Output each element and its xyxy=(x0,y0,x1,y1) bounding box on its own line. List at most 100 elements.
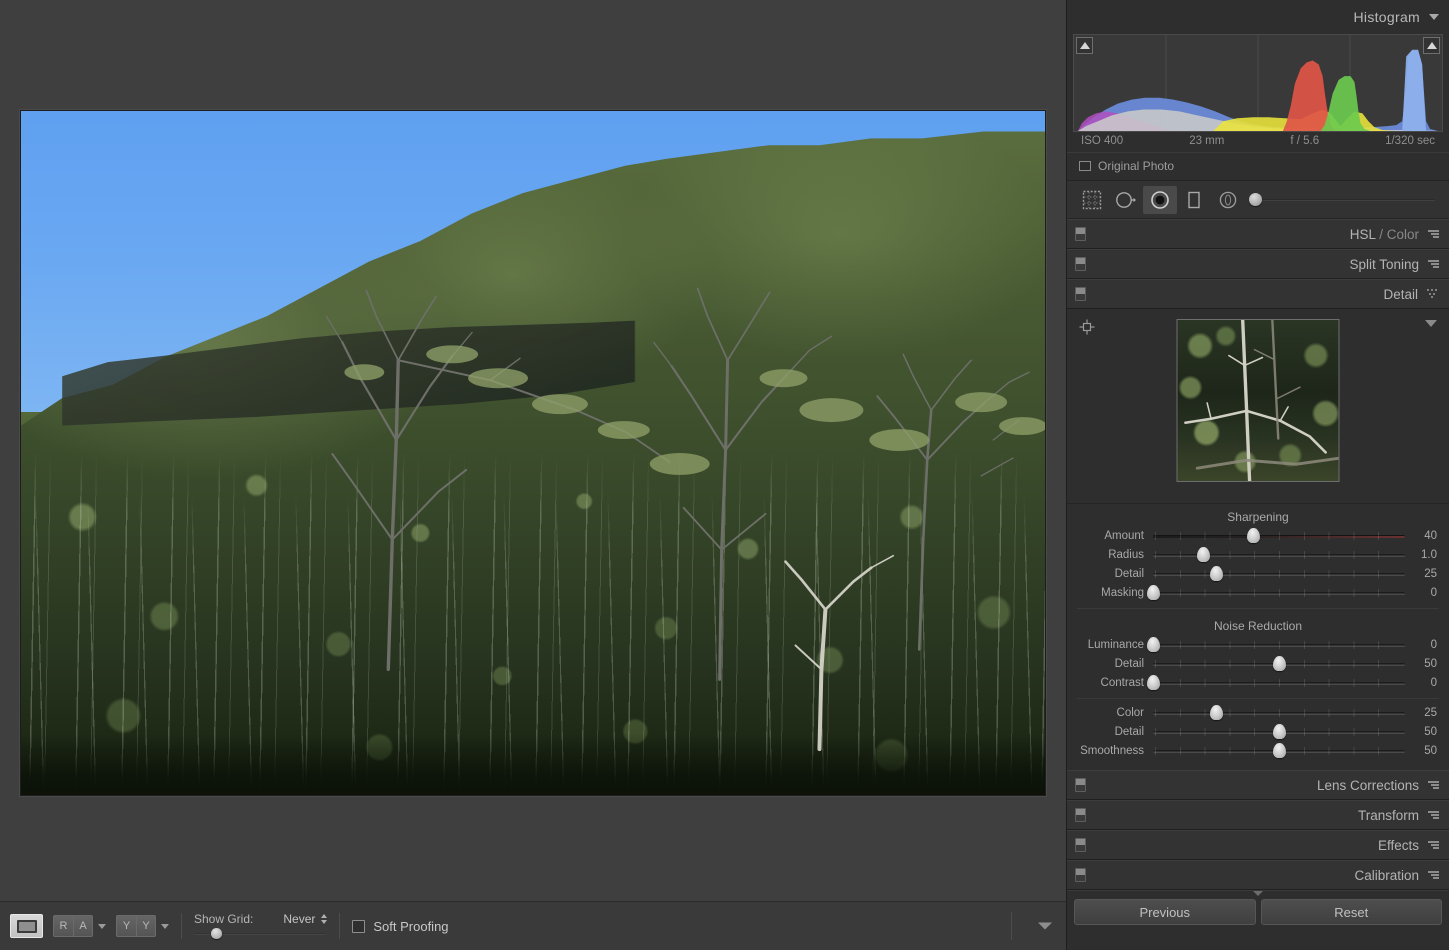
soft-proofing-checkbox[interactable] xyxy=(352,919,366,933)
hamburger-icon[interactable] xyxy=(1428,871,1439,879)
hamburger-icon[interactable] xyxy=(1428,841,1439,849)
loupe-view-button[interactable] xyxy=(10,914,43,938)
sharpening-radius-knob[interactable] xyxy=(1196,546,1210,562)
sharpening-radius-label: Radius xyxy=(1108,548,1144,561)
slider-row-nr-luminance[interactable]: Luminance 0 xyxy=(1067,635,1449,654)
original-photo-row[interactable]: Original Photo xyxy=(1067,153,1449,181)
sidebar-item-lens-corrections[interactable]: Lens Corrections xyxy=(1067,770,1449,800)
nr-luminance-detail-slider[interactable] xyxy=(1153,655,1405,671)
detail-switch[interactable] xyxy=(1075,287,1086,301)
dots-triangle-icon[interactable] xyxy=(1427,289,1439,299)
spot-removal-tool[interactable] xyxy=(1109,186,1143,214)
sharpening-radius-slider[interactable] xyxy=(1153,546,1405,562)
slider-row-nr-smoothness[interactable]: Smoothness 50 xyxy=(1067,741,1449,760)
detail-preview-thumbnail[interactable] xyxy=(1176,319,1340,482)
highlight-clipping-indicator[interactable] xyxy=(1423,37,1440,54)
action-buttons-row: Previous Reset xyxy=(1067,890,1449,935)
slider-row-sharpening-amount[interactable]: Amount 40 xyxy=(1067,526,1449,545)
image-stage[interactable] xyxy=(0,0,1066,901)
grid-opacity-knob[interactable] xyxy=(211,928,223,939)
hamburger-icon[interactable] xyxy=(1428,230,1439,238)
filled-circle-icon xyxy=(1151,190,1169,209)
detail-preview-triangle-down-icon[interactable] xyxy=(1425,320,1437,327)
brush-size-knob[interactable] xyxy=(1248,192,1262,206)
nr-contrast-ticks xyxy=(1155,678,1403,687)
slider-row-sharpening-detail[interactable]: Detail 25 xyxy=(1067,564,1449,583)
slider-row-nr-color-detail[interactable]: Detail 50 xyxy=(1067,722,1449,741)
survey-view-chevron-down-icon[interactable] xyxy=(161,923,169,929)
shadow-clipping-indicator[interactable] xyxy=(1076,37,1093,54)
sidebar-item-calibration[interactable]: Calibration xyxy=(1067,860,1449,890)
crop-overlay-tool[interactable] xyxy=(1075,186,1109,214)
hamburger-icon[interactable] xyxy=(1428,781,1439,789)
nr-color-slider[interactable] xyxy=(1153,704,1405,720)
nr-contrast-knob[interactable] xyxy=(1146,674,1160,690)
original-photo-checkbox[interactable] xyxy=(1079,161,1091,171)
triangle-down-icon[interactable] xyxy=(1429,14,1439,20)
reset-button[interactable]: Reset xyxy=(1260,899,1442,925)
compare-after-label: A xyxy=(73,915,93,937)
show-grid-value[interactable]: Never xyxy=(283,912,315,926)
survey-view-button[interactable]: Y Y xyxy=(116,915,156,937)
loupe-target-icon[interactable] xyxy=(1079,319,1095,335)
sidebar-item-hsl-color[interactable]: HSL / Color xyxy=(1067,219,1449,249)
calibration-switch[interactable] xyxy=(1075,868,1086,882)
circle-arrow-icon xyxy=(1116,191,1136,208)
sharpening-detail-knob[interactable] xyxy=(1209,565,1223,581)
hsl-color-switch[interactable] xyxy=(1075,227,1086,241)
lens-corrections-label: Lens Corrections xyxy=(1316,777,1419,793)
slider-row-sharpening-radius[interactable]: Radius 1.0 xyxy=(1067,545,1449,564)
exif-shutter-speed: 1/320 sec xyxy=(1385,135,1435,147)
compare-view-chevron-down-icon[interactable] xyxy=(98,923,106,929)
nr-smoothness-slider[interactable] xyxy=(1153,742,1405,758)
show-grid-stepper-icon[interactable] xyxy=(321,914,328,924)
effects-switch[interactable] xyxy=(1075,838,1086,852)
histogram-chart[interactable] xyxy=(1073,34,1443,132)
nr-contrast-slider[interactable] xyxy=(1146,674,1405,690)
histogram-header[interactable]: Histogram xyxy=(1067,0,1449,34)
toolbar-panel-triangle-down-icon[interactable] xyxy=(1038,922,1052,930)
hamburger-icon[interactable] xyxy=(1428,811,1439,819)
sharpening-amount-slider[interactable] xyxy=(1153,527,1405,543)
right-panel: Histogram ISO 400 23 mm f / 5.6 1/320 se… xyxy=(1066,0,1449,950)
brush-size-slider[interactable] xyxy=(1248,192,1435,207)
sharpening-detail-slider[interactable] xyxy=(1153,565,1405,581)
slider-row-nr-color[interactable]: Color 25 xyxy=(1067,703,1449,722)
sharpening-masking-knob[interactable] xyxy=(1146,584,1160,600)
nr-color-detail-knob[interactable] xyxy=(1272,723,1286,739)
slider-row-sharpening-masking[interactable]: Masking 0 xyxy=(1067,583,1449,602)
brush-size-track xyxy=(1255,198,1435,201)
photo-frame[interactable] xyxy=(20,110,1046,796)
graduated-filter-tool[interactable] xyxy=(1177,186,1211,214)
nr-luminance-slider[interactable] xyxy=(1146,636,1405,652)
nr-luminance-value: 0 xyxy=(1430,638,1437,651)
sharpening-amount-knob[interactable] xyxy=(1247,527,1261,543)
sidebar-item-transform[interactable]: Transform xyxy=(1067,800,1449,830)
radial-filter-tool[interactable] xyxy=(1211,186,1245,214)
sidebar-item-effects[interactable]: Effects xyxy=(1067,830,1449,860)
compare-view-button[interactable]: R A xyxy=(53,915,93,937)
nr-luminance-knob[interactable] xyxy=(1146,636,1160,652)
show-grid-control[interactable]: Show Grid: Never xyxy=(194,912,328,926)
sharpening-amount-label: Amount xyxy=(1104,529,1144,542)
transform-switch[interactable] xyxy=(1075,808,1086,822)
nr-color-detail-slider[interactable] xyxy=(1153,723,1405,739)
sidebar-item-detail[interactable]: Detail xyxy=(1067,279,1449,309)
sidebar-item-split-toning[interactable]: Split Toning xyxy=(1067,249,1449,279)
grid-opacity-slider[interactable] xyxy=(194,928,326,940)
slider-row-nr-contrast[interactable]: Contrast 0 xyxy=(1067,673,1449,692)
sharpening-masking-slider[interactable] xyxy=(1146,584,1405,600)
slider-row-nr-luminance-detail[interactable]: Detail 50 xyxy=(1067,654,1449,673)
nr-color-knob[interactable] xyxy=(1209,704,1223,720)
nr-luminance-label: Luminance xyxy=(1087,638,1144,651)
nr-luminance-detail-knob[interactable] xyxy=(1272,655,1286,671)
panel-collapse-triangle-down-icon[interactable] xyxy=(1253,891,1263,896)
red-eye-correction-tool[interactable] xyxy=(1143,185,1177,214)
lens-corrections-switch[interactable] xyxy=(1075,778,1086,792)
previous-button[interactable]: Previous xyxy=(1074,899,1256,925)
split-toning-switch[interactable] xyxy=(1075,257,1086,271)
nr-smoothness-knob[interactable] xyxy=(1272,742,1286,758)
ellipse-icon xyxy=(1219,191,1237,208)
hamburger-icon[interactable] xyxy=(1428,260,1439,268)
nr-contrast-label: Contrast xyxy=(1100,676,1144,689)
